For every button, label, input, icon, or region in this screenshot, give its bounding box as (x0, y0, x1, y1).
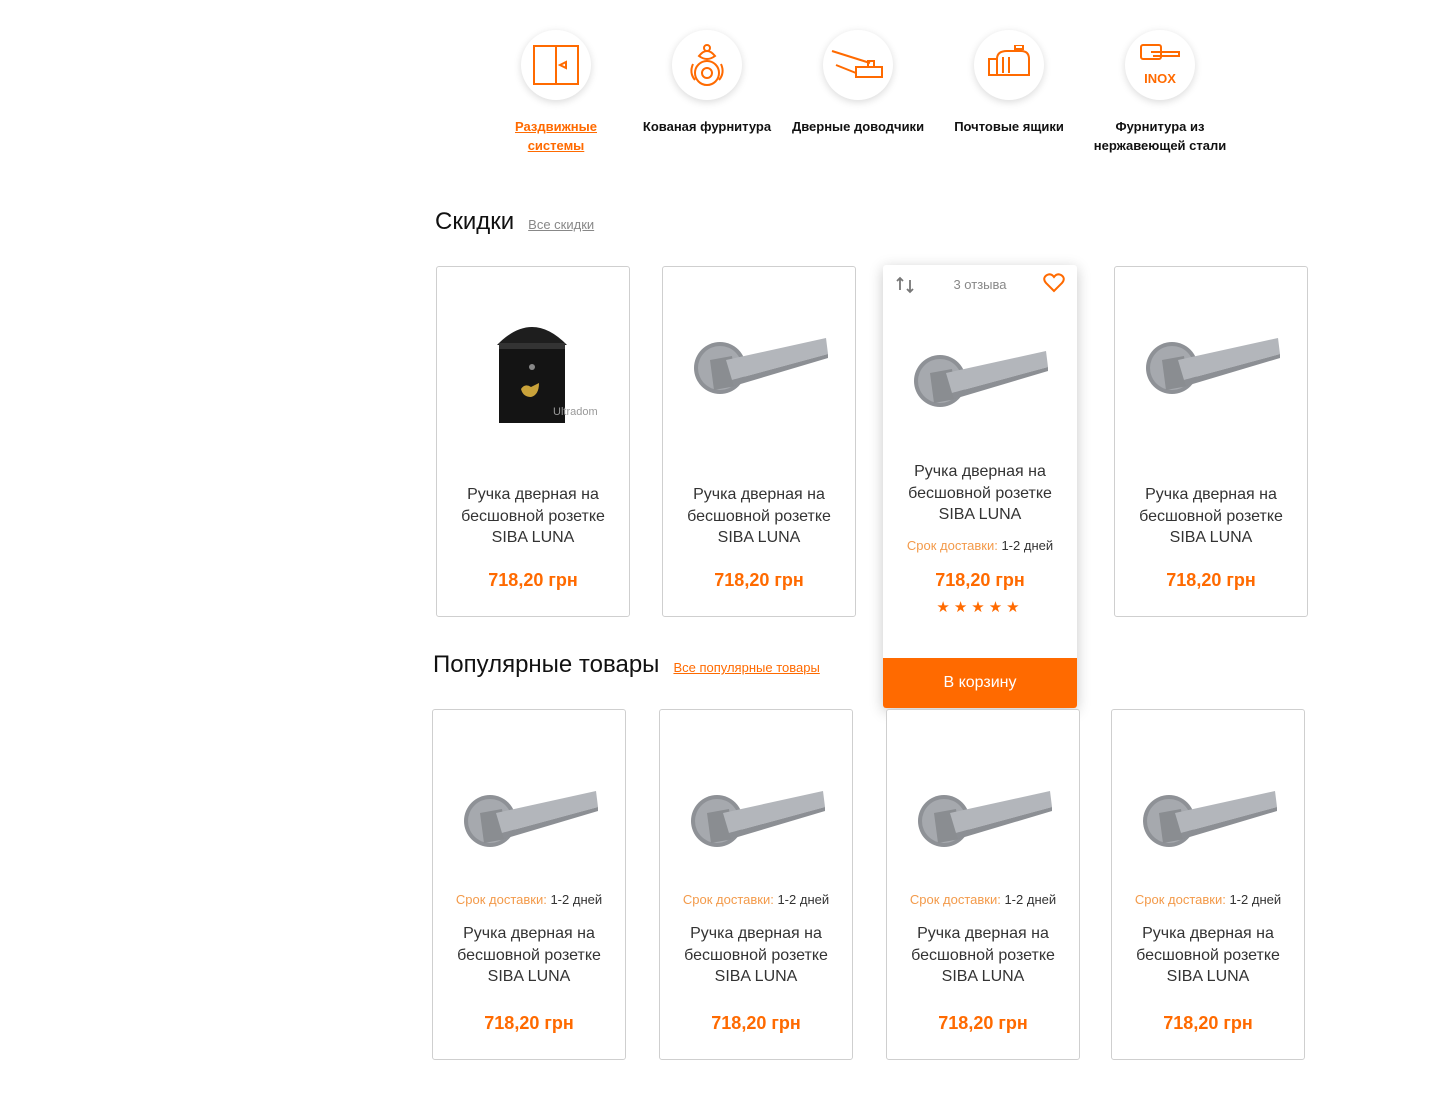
sale-section-header: Скидки Все скидки (435, 208, 594, 236)
product-price: 718,20 грн (1166, 570, 1256, 590)
door-handle-image (691, 791, 825, 847)
product-price: 718,20 грн (714, 570, 804, 590)
delivery-label: Срок доставки: (682, 892, 774, 907)
category-circle[interactable]: INOX (1125, 30, 1195, 100)
product-card[interactable]: Ручка дверная на бесшовной розетке SIBA … (1114, 266, 1308, 617)
door-handle-image (1143, 791, 1277, 847)
product-card[interactable]: Ultradom Ручка дверная на бесшовной розе… (436, 266, 630, 617)
delivery-info: Срок доставки: 1-2 дней (433, 892, 625, 907)
delivery-label: Срок доставки: (455, 892, 547, 907)
category-door-closers[interactable]: Дверные доводчики (788, 30, 928, 136)
product-name[interactable]: Ручка дверная на бесшовной розетке SIBA … (897, 923, 1069, 988)
product-name[interactable]: Ручка дверная на бесшовной розетке SIBA … (893, 461, 1067, 526)
product-card[interactable]: Срок доставки: 1-2 дней Ручка дверная на… (432, 709, 626, 1060)
product-image[interactable] (887, 750, 1081, 900)
category-circle[interactable] (521, 30, 591, 100)
category-label[interactable]: Фурнитура из нержавеющей стали (1090, 117, 1230, 155)
delivery-info: Срок доставки: 1-2 дней (660, 892, 852, 907)
category-circle[interactable] (672, 30, 742, 100)
delivery-value: 1-2 дней (777, 892, 830, 907)
category-label[interactable]: Дверные доводчики (788, 117, 928, 136)
delivery-value: 1-2 дней (1229, 892, 1282, 907)
sale-section-title: Скидки (435, 208, 515, 235)
product-name[interactable]: Ручка дверная на бесшовной розетке SIBA … (1125, 484, 1297, 549)
watermark-text: Ultradom (553, 406, 598, 418)
product-price: 718,20 грн (484, 1013, 574, 1033)
product-image[interactable] (883, 310, 1077, 460)
product-price: 718,20 грн (935, 570, 1025, 590)
door-handle-image (694, 338, 828, 394)
popular-section-header: Популярные товары Все популярные товары (433, 651, 820, 679)
delivery-label: Срок доставки: (909, 892, 1001, 907)
delivery-info: Срок доставки: 1-2 дней (883, 538, 1077, 553)
category-circle[interactable] (823, 30, 893, 100)
product-image[interactable] (1112, 750, 1306, 900)
all-sales-link[interactable]: Все скидки (528, 217, 594, 232)
product-card[interactable]: Срок доставки: 1-2 дней Ручка дверная на… (1111, 709, 1305, 1060)
product-card[interactable]: Срок доставки: 1-2 дней Ручка дверная на… (659, 709, 853, 1060)
category-nav: Раздвижные системы Кованая фурнитура Две… (0, 30, 1440, 180)
add-to-cart-button[interactable]: В корзину (883, 658, 1077, 708)
category-forged-hardware[interactable]: Кованая фурнитура (637, 30, 777, 136)
product-name[interactable]: Ручка дверная на бесшовной розетке SIBA … (447, 484, 619, 549)
product-card-hovered[interactable]: 3 отзыва Ручка дверная на бесшовной розе… (883, 265, 1077, 708)
heart-icon[interactable] (1043, 273, 1065, 297)
product-name[interactable]: Ручка дверная на бесшовной розетке SIBA … (443, 923, 615, 988)
forged-knocker-icon (690, 44, 724, 86)
inox-handle-icon: INOX (1140, 44, 1180, 86)
door-handle-image (464, 791, 598, 847)
category-circle[interactable] (974, 30, 1044, 100)
door-handle-image (914, 351, 1048, 407)
reviews-count[interactable]: 3 отзыва (895, 277, 1065, 292)
product-image[interactable] (1115, 297, 1309, 447)
popular-section-title: Популярные товары (433, 651, 660, 678)
mailbox-image: Ultradom (497, 327, 598, 423)
door-handle-image (918, 791, 1052, 847)
product-price: 718,20 грн (938, 1013, 1028, 1033)
delivery-info: Срок доставки: 1-2 дней (887, 892, 1079, 907)
product-price: 718,20 грн (711, 1013, 801, 1033)
delivery-value: 1-2 дней (1004, 892, 1057, 907)
product-price: 718,20 грн (488, 570, 578, 590)
inox-icon-text: INOX (1144, 71, 1176, 86)
sliding-door-icon (533, 45, 579, 85)
mailbox-icon (988, 45, 1030, 76)
product-card[interactable]: Ручка дверная на бесшовной розетке SIBA … (662, 266, 856, 617)
category-label[interactable]: Кованая фурнитура (637, 117, 777, 136)
delivery-value: 1-2 дней (550, 892, 603, 907)
product-image[interactable]: Ultradom (437, 297, 631, 447)
product-name[interactable]: Ручка дверная на бесшовной розетке SIBA … (1122, 923, 1294, 988)
product-name[interactable]: Ручка дверная на бесшовной розетке SIBA … (673, 484, 845, 549)
product-price: 718,20 грн (1163, 1013, 1253, 1033)
product-image[interactable] (433, 750, 627, 900)
delivery-label: Срок доставки: (906, 538, 998, 553)
category-sliding-systems[interactable]: Раздвижные системы (486, 30, 626, 155)
category-stainless-hardware[interactable]: INOX Фурнитура из нержавеющей стали (1090, 30, 1230, 155)
product-card[interactable]: Срок доставки: 1-2 дней Ручка дверная на… (886, 709, 1080, 1060)
category-label[interactable]: Раздвижные системы (486, 117, 626, 155)
delivery-value: 1-2 дней (1001, 538, 1054, 553)
all-popular-link[interactable]: Все популярные товары (673, 660, 819, 675)
delivery-label: Срок доставки: (1134, 892, 1226, 907)
door-handle-image (1146, 338, 1280, 394)
category-mailboxes[interactable]: Почтовые ящики (939, 30, 1079, 136)
delivery-info: Срок доставки: 1-2 дней (1112, 892, 1304, 907)
product-name[interactable]: Ручка дверная на бесшовной розетке SIBA … (670, 923, 842, 988)
rating-stars: ★★★★★ (936, 598, 1024, 616)
card-topbar: 3 отзыва (895, 273, 1065, 297)
product-image[interactable] (663, 297, 857, 447)
category-label[interactable]: Почтовые ящики (939, 117, 1079, 136)
door-closer-icon (831, 50, 883, 78)
product-image[interactable] (660, 750, 854, 900)
